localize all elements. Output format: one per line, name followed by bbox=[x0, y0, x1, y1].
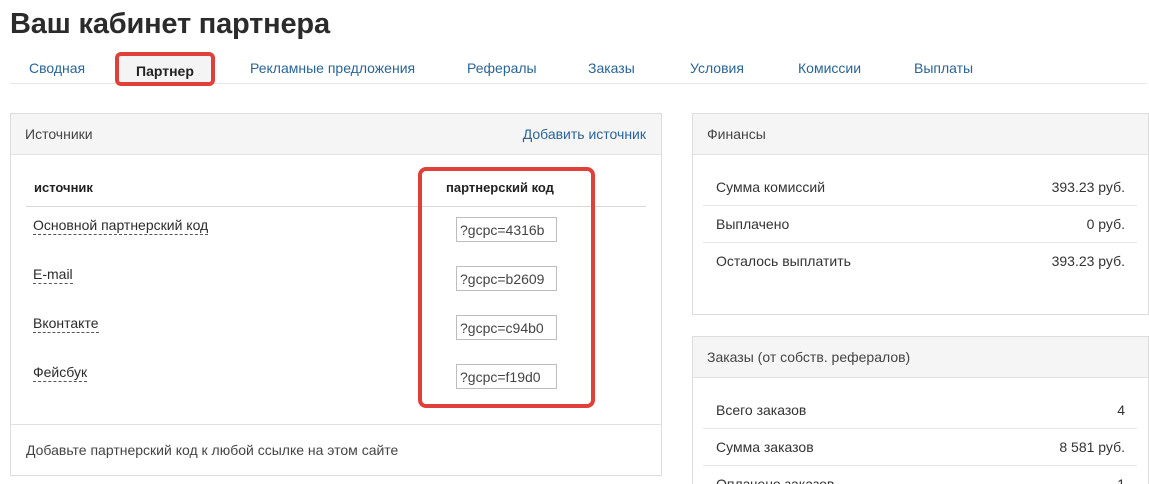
add-source-link[interactable]: Добавить источник bbox=[523, 114, 646, 154]
table-header-divider bbox=[26, 206, 646, 207]
orders-row-paid: Оплачено заказов 1 bbox=[703, 466, 1137, 484]
finance-panel: Финансы Сумма комиссий 393.23 руб. Выпла… bbox=[692, 113, 1149, 315]
tab-bar: Сводная Партнер Рекламные предложения Ре… bbox=[10, 52, 1146, 86]
finance-row-commission-sum: Сумма комиссий 393.23 руб. bbox=[703, 169, 1137, 206]
tab-conditions[interactable]: Условия bbox=[690, 60, 744, 76]
sources-panel-title: Источники bbox=[25, 126, 93, 142]
sources-panel: Источники Добавить источник источник пар… bbox=[10, 113, 662, 476]
orders-panel-header: Заказы (от собств. рефералов) bbox=[693, 337, 1148, 378]
partner-cabinet-page: Ваш кабинет партнера Сводная Партнер Рек… bbox=[0, 0, 1149, 484]
sources-panel-footer: Добавьте партнерский код к любой ссылке … bbox=[11, 424, 661, 475]
tab-summary[interactable]: Сводная bbox=[29, 60, 85, 76]
source-name-vkontakte[interactable]: Вконтакте bbox=[33, 315, 99, 333]
tab-orders[interactable]: Заказы bbox=[588, 60, 635, 76]
finance-row-paid: Выплачено 0 руб. bbox=[703, 206, 1137, 243]
finance-label: Выплачено bbox=[716, 216, 790, 232]
tab-referrals[interactable]: Рефералы bbox=[467, 60, 537, 76]
source-name-facebook[interactable]: Фейсбук bbox=[33, 364, 88, 382]
finance-panel-header: Финансы bbox=[693, 114, 1148, 155]
orders-value: 4 bbox=[1117, 402, 1125, 418]
tab-commissions[interactable]: Комиссии bbox=[798, 60, 861, 76]
page-title: Ваш кабинет партнера bbox=[10, 8, 330, 40]
orders-row-total: Всего заказов 4 bbox=[703, 392, 1137, 429]
tab-ad-offers[interactable]: Рекламные предложения bbox=[250, 60, 415, 76]
finance-row-remaining: Осталось выплатить 393.23 руб. bbox=[703, 243, 1137, 280]
orders-panel-title: Заказы (от собств. рефералов) bbox=[707, 349, 911, 365]
orders-panel: Заказы (от собств. рефералов) Всего зака… bbox=[692, 336, 1149, 484]
tab-partner[interactable]: Партнер bbox=[115, 52, 215, 86]
finance-label: Сумма комиссий bbox=[716, 179, 826, 195]
partner-code-input-email[interactable] bbox=[456, 266, 557, 291]
tab-payouts[interactable]: Выплаты bbox=[914, 60, 973, 76]
orders-value: 8 581 руб. bbox=[1059, 439, 1125, 455]
orders-label: Сумма заказов bbox=[716, 439, 814, 455]
orders-label: Всего заказов bbox=[716, 402, 807, 418]
orders-value: 1 bbox=[1117, 476, 1125, 484]
column-header-source: источник bbox=[34, 180, 93, 195]
orders-row-sum: Сумма заказов 8 581 руб. bbox=[703, 429, 1137, 466]
sources-panel-header: Источники Добавить источник bbox=[11, 114, 661, 155]
partner-code-input-main[interactable] bbox=[456, 217, 557, 242]
finance-value: 393.23 руб. bbox=[1051, 179, 1125, 195]
finance-value: 393.23 руб. bbox=[1051, 253, 1125, 269]
source-name-main[interactable]: Основной партнерский код bbox=[33, 217, 209, 235]
orders-label: Оплачено заказов bbox=[716, 476, 835, 484]
finance-panel-title: Финансы bbox=[707, 126, 766, 142]
finance-label: Осталось выплатить bbox=[716, 253, 851, 269]
source-name-email[interactable]: E-mail bbox=[33, 266, 73, 284]
partner-code-input-facebook[interactable] bbox=[456, 364, 557, 389]
finance-value: 0 руб. bbox=[1086, 216, 1125, 232]
column-header-partner-code: партнерский код bbox=[446, 180, 554, 195]
partner-code-input-vkontakte[interactable] bbox=[456, 315, 557, 340]
